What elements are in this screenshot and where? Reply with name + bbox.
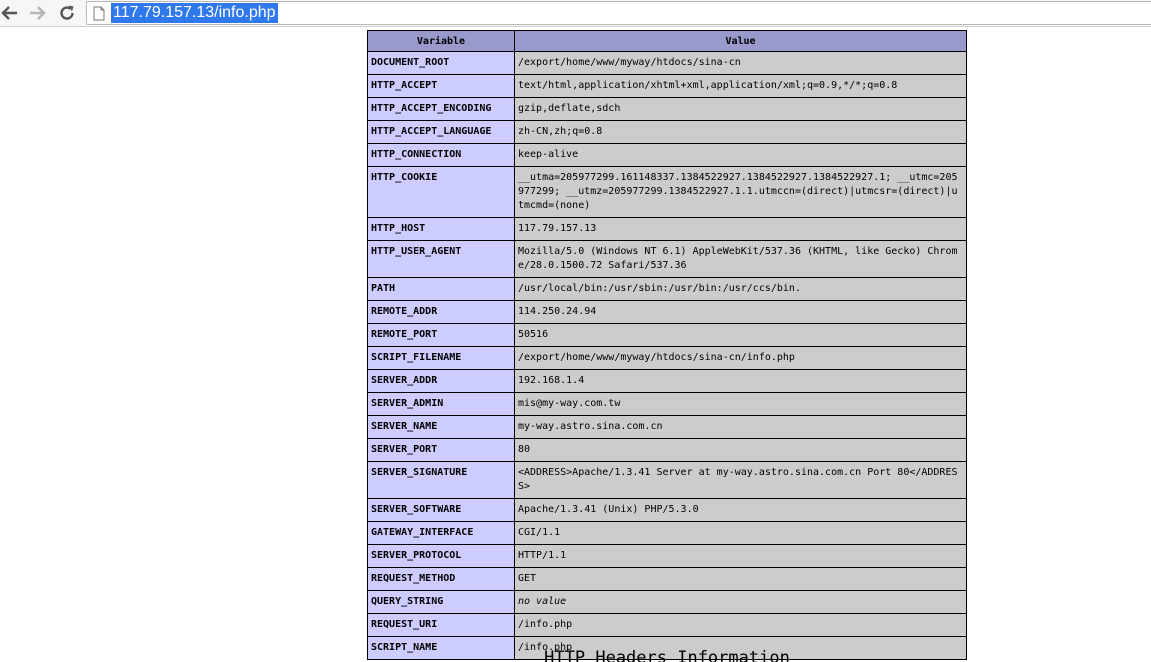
variable-value: my-way.astro.sina.com.cn [514, 415, 967, 439]
table-row: HTTP_ACCEPT_ENCODING gzip,deflate,sdch [367, 97, 967, 121]
back-arrow-icon[interactable] [0, 2, 20, 24]
address-bar[interactable]: 117.79.157.13/info.php [86, 1, 1151, 25]
variable-value: 50516 [514, 323, 967, 347]
table-row: SERVER_SOFTWARE Apache/1.3.41 (Unix) PHP/… [367, 498, 967, 522]
page-viewport: Variable Value DOCUMENT_ROOT/export/home… [0, 28, 1151, 662]
variable-name: HTTP_ACCEPT [367, 74, 515, 98]
table-row: QUERY_STRING no value [367, 590, 967, 614]
table-body: DOCUMENT_ROOT/export/home/www/myway/htdo… [367, 51, 967, 660]
variable-value: 114.250.24.94 [514, 300, 967, 324]
variable-value: /usr/local/bin:/usr/sbin:/usr/bin:/usr/c… [514, 277, 967, 301]
table-row: HTTP_CONNECTION keep-alive [367, 143, 967, 167]
variable-name: REMOTE_PORT [367, 323, 515, 347]
variable-name: SERVER_ADDR [367, 369, 515, 393]
variable-value: 80 [514, 438, 967, 462]
variable-name: REMOTE_ADDR [367, 300, 515, 324]
variable-value: zh-CN,zh;q=0.8 [514, 120, 967, 144]
variable-value: mis@my-way.com.tw [514, 392, 967, 416]
no-value-text: no value [518, 596, 567, 607]
variable-name: DOCUMENT_ROOT [367, 51, 515, 75]
table-row: SERVER_ADDR 192.168.1.4 [367, 369, 967, 393]
table-row: SCRIPT_FILENAME/export/home/www/myway/ht… [367, 346, 967, 370]
variable-name: PATH [367, 277, 515, 301]
table-header-row: Variable Value [367, 30, 967, 52]
table-row: HTTP_ACCEPT_LANGUAGE zh-CN,zh;q=0.8 [367, 120, 967, 144]
variable-name: HTTP_ACCEPT_ENCODING [367, 97, 515, 121]
server-variables-table: Variable Value DOCUMENT_ROOT/export/home… [367, 30, 967, 660]
variable-value: Mozilla/5.0 (Windows NT 6.1) AppleWebKit… [514, 240, 967, 278]
variable-value: text/html,application/xhtml+xml,applicat… [514, 74, 967, 98]
table-row: PATH/usr/local/bin:/usr/sbin:/usr/bin:/u… [367, 277, 967, 301]
section-heading: HTTP Headers Information [544, 648, 790, 662]
variable-name: SERVER_PORT [367, 438, 515, 462]
variable-name: SERVER_NAME [367, 415, 515, 439]
variable-value: HTTP/1.1 [514, 544, 967, 568]
table-row: HTTP_ACCEPT text/html,application/xhtml+x… [367, 74, 967, 98]
table-row: SERVER_SIGNATURE <ADDRESS>Apache/1.3.41 S… [367, 461, 967, 499]
variable-column-header: Variable [367, 30, 515, 52]
table-row: SERVER_NAME my-way.astro.sina.com.cn [367, 415, 967, 439]
table-row: REMOTE_PORT 50516 [367, 323, 967, 347]
variable-value: 117.79.157.13 [514, 217, 967, 241]
page-icon [93, 6, 105, 25]
table-row: REMOTE_ADDR 114.250.24.94 [367, 300, 967, 324]
variable-name: HTTP_HOST [367, 217, 515, 241]
variable-value: CGI/1.1 [514, 521, 967, 545]
variable-name: REQUEST_METHOD [367, 567, 515, 591]
forward-arrow-icon[interactable] [27, 2, 47, 24]
table-row: HTTP_HOST 117.79.157.13 [367, 217, 967, 241]
table-row: REQUEST_URI/info.php [367, 613, 967, 637]
table-row: SERVER_PROTOCOL HTTP/1.1 [367, 544, 967, 568]
table-row: DOCUMENT_ROOT/export/home/www/myway/htdo… [367, 51, 967, 75]
variable-name: HTTP_ACCEPT_LANGUAGE [367, 120, 515, 144]
variable-name: GATEWAY_INTERFACE [367, 521, 515, 545]
variable-value: <ADDRESS>Apache/1.3.41 Server at my-way.… [514, 461, 967, 499]
variable-value: 192.168.1.4 [514, 369, 967, 393]
reload-icon[interactable] [57, 2, 77, 24]
table-row: GATEWAY_INTERFACE CGI/1.1 [367, 521, 967, 545]
variable-name: SERVER_PROTOCOL [367, 544, 515, 568]
table-row: HTTP_USER_AGENT Mozilla/5.0 (Windows NT 6… [367, 240, 967, 278]
table-row: SERVER_ADMIN mis@my-way.com.tw [367, 392, 967, 416]
browser-toolbar: 117.79.157.13/info.php [0, 0, 1151, 27]
variable-name: QUERY_STRING [367, 590, 515, 614]
variable-name: HTTP_USER_AGENT [367, 240, 515, 278]
variable-value: GET [514, 567, 967, 591]
variable-value: Apache/1.3.41 (Unix) PHP/5.3.0 [514, 498, 967, 522]
variable-name: SERVER_SIGNATURE [367, 461, 515, 499]
variable-value: /export/home/www/myway/htdocs/sina-cn [514, 51, 967, 75]
table-row: HTTP_COOKIE __utma=205977299.161148337.13… [367, 166, 967, 218]
variable-value: gzip,deflate,sdch [514, 97, 967, 121]
variable-name: HTTP_COOKIE [367, 166, 515, 218]
variable-name: SCRIPT_FILENAME [367, 346, 515, 370]
variable-value: no value [514, 590, 967, 614]
variable-name: SERVER_SOFTWARE [367, 498, 515, 522]
variable-name: HTTP_CONNECTION [367, 143, 515, 167]
value-column-header: Value [514, 30, 967, 52]
variable-value: __utma=205977299.161148337.1384522927.13… [514, 166, 967, 218]
variable-value: /info.php [514, 613, 967, 637]
url-text[interactable]: 117.79.157.13/info.php [111, 3, 278, 23]
table-row: SERVER_PORT 80 [367, 438, 967, 462]
variable-value: /export/home/www/myway/htdocs/sina-cn/in… [514, 346, 967, 370]
variable-value: keep-alive [514, 143, 967, 167]
variable-name: SERVER_ADMIN [367, 392, 515, 416]
variable-name: REQUEST_URI [367, 613, 515, 637]
table-row: REQUEST_METHOD GET [367, 567, 967, 591]
